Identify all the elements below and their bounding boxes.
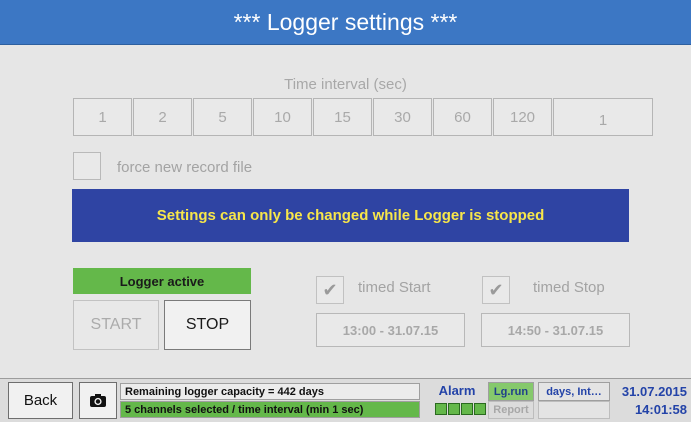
check-icon: ✔	[322, 279, 338, 300]
interval-custom-field[interactable]: 1	[553, 98, 653, 136]
interval-button-1[interactable]: 1	[73, 98, 132, 136]
report-indicator[interactable]: Report	[488, 401, 534, 419]
logger-status-badge: Logger active	[73, 268, 251, 294]
empty-indicator	[538, 401, 610, 419]
timed-stop-checkbox[interactable]: ✔	[482, 276, 510, 304]
alarm-label[interactable]: Alarm	[430, 383, 484, 398]
page-title: *** Logger settings ***	[0, 0, 691, 45]
interval-button-15[interactable]: 15	[313, 98, 372, 136]
screenshot-button[interactable]	[79, 382, 117, 419]
force-new-record-checkbox[interactable]	[73, 152, 101, 180]
timed-start-time-button[interactable]: 13:00 - 31.07.15	[316, 313, 465, 347]
alarm-indicator	[461, 403, 473, 415]
start-button[interactable]: START	[73, 300, 159, 350]
force-new-record-label: force new record file	[117, 159, 253, 176]
timed-start-checkbox[interactable]: ✔	[316, 276, 344, 304]
interval-button-10[interactable]: 10	[253, 98, 312, 136]
status-bar: Back Remaining logger capacity = 442 day…	[0, 378, 691, 422]
timed-stop-label: timed Stop	[533, 279, 605, 296]
logger-running-warning: Settings can only be changed while Logge…	[72, 189, 629, 242]
logger-run-indicator[interactable]: Lg.run	[488, 382, 534, 401]
interval-button-60[interactable]: 60	[433, 98, 492, 136]
back-button[interactable]: Back	[8, 382, 73, 419]
time-display: 14:01:58	[634, 402, 687, 417]
interval-button-30[interactable]: 30	[373, 98, 432, 136]
interval-button-2[interactable]: 2	[133, 98, 192, 136]
alarm-indicator	[448, 403, 460, 415]
channels-message: 5 channels selected / time interval (min…	[120, 401, 420, 418]
alarm-indicators	[435, 403, 487, 415]
check-icon: ✔	[488, 279, 504, 300]
logger-capacity-message: Remaining logger capacity = 442 days	[120, 383, 420, 400]
timed-start-label: timed Start	[358, 279, 431, 296]
stop-button[interactable]: STOP	[164, 300, 251, 350]
days-interval-indicator[interactable]: days, Int…	[538, 382, 610, 401]
timed-stop-time-button[interactable]: 14:50 - 31.07.15	[481, 313, 630, 347]
interval-button-5[interactable]: 5	[193, 98, 252, 136]
camera-icon	[90, 394, 106, 407]
time-interval-buttons: 1 2 5 10 15 30 60 120 1	[73, 98, 654, 136]
time-interval-label: Time interval (sec)	[284, 76, 407, 93]
date-display: 31.07.2015	[621, 384, 687, 399]
alarm-indicator	[435, 403, 447, 415]
interval-button-120[interactable]: 120	[493, 98, 552, 136]
alarm-indicator	[474, 403, 486, 415]
